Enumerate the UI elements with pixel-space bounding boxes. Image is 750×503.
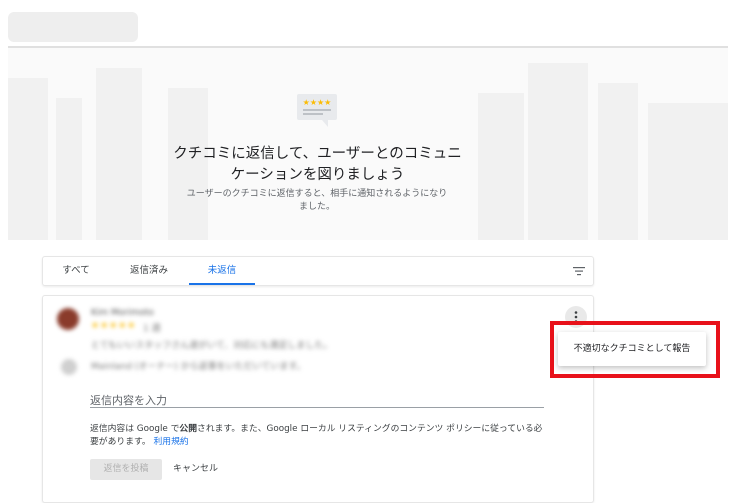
owner-avatar xyxy=(61,359,77,375)
review-filter-tabs: すべて 返信済み 未返信 xyxy=(42,256,594,286)
tab-all[interactable]: すべて xyxy=(53,257,99,285)
reply-input-field[interactable]: 返信内容を入力 xyxy=(90,392,167,408)
top-bar-placeholder xyxy=(8,12,138,42)
review-rating: ★★★★★ xyxy=(91,321,137,331)
top-bar xyxy=(0,0,750,48)
hero-title: クチコミに返信して、ユーザーとのコミュニケーションを図りましょう xyxy=(173,146,462,183)
owner-note: Mainland (オーナー) から返事をいただいています。 xyxy=(91,362,306,372)
review-text: とてもいいスタッフさん達がいて、対応にも満足しました。 xyxy=(91,341,333,351)
report-review-menu-item[interactable]: 不適切なクチコミとして報告 xyxy=(558,332,706,366)
reply-input-underline xyxy=(90,407,544,408)
review-card: Kim Morimoto ★★★★★ 1 週 とてもいいスタッフさん達がいて、対… xyxy=(42,295,594,503)
tab-replied[interactable]: 返信済み xyxy=(119,257,179,285)
review-time: 1 週 xyxy=(143,324,161,334)
policy-notice: 返信内容は Google で公開されます。また、Google ローカル リスティ… xyxy=(90,423,550,449)
post-reply-button[interactable]: 返信を投稿 xyxy=(90,459,162,480)
cancel-button[interactable]: キャンセル xyxy=(171,459,220,480)
policy-text-prefix: 返信内容は Google で xyxy=(90,424,180,434)
svg-text:★★★★: ★★★★ xyxy=(303,98,332,107)
review-stars-icon: ★★★★ xyxy=(297,94,337,127)
tab-unreplied[interactable]: 未返信 xyxy=(189,257,255,285)
reviewer-avatar xyxy=(57,308,79,330)
policy-text-bold: 公開 xyxy=(179,424,198,434)
filter-icon[interactable] xyxy=(573,265,585,277)
hero-subtitle: ユーザーのクチコミに返信すると、相手に通知されるようになりました。 xyxy=(186,189,448,212)
terms-link[interactable]: 利用規約 xyxy=(154,437,189,447)
reviewer-name: Kim Morimoto xyxy=(91,308,154,318)
